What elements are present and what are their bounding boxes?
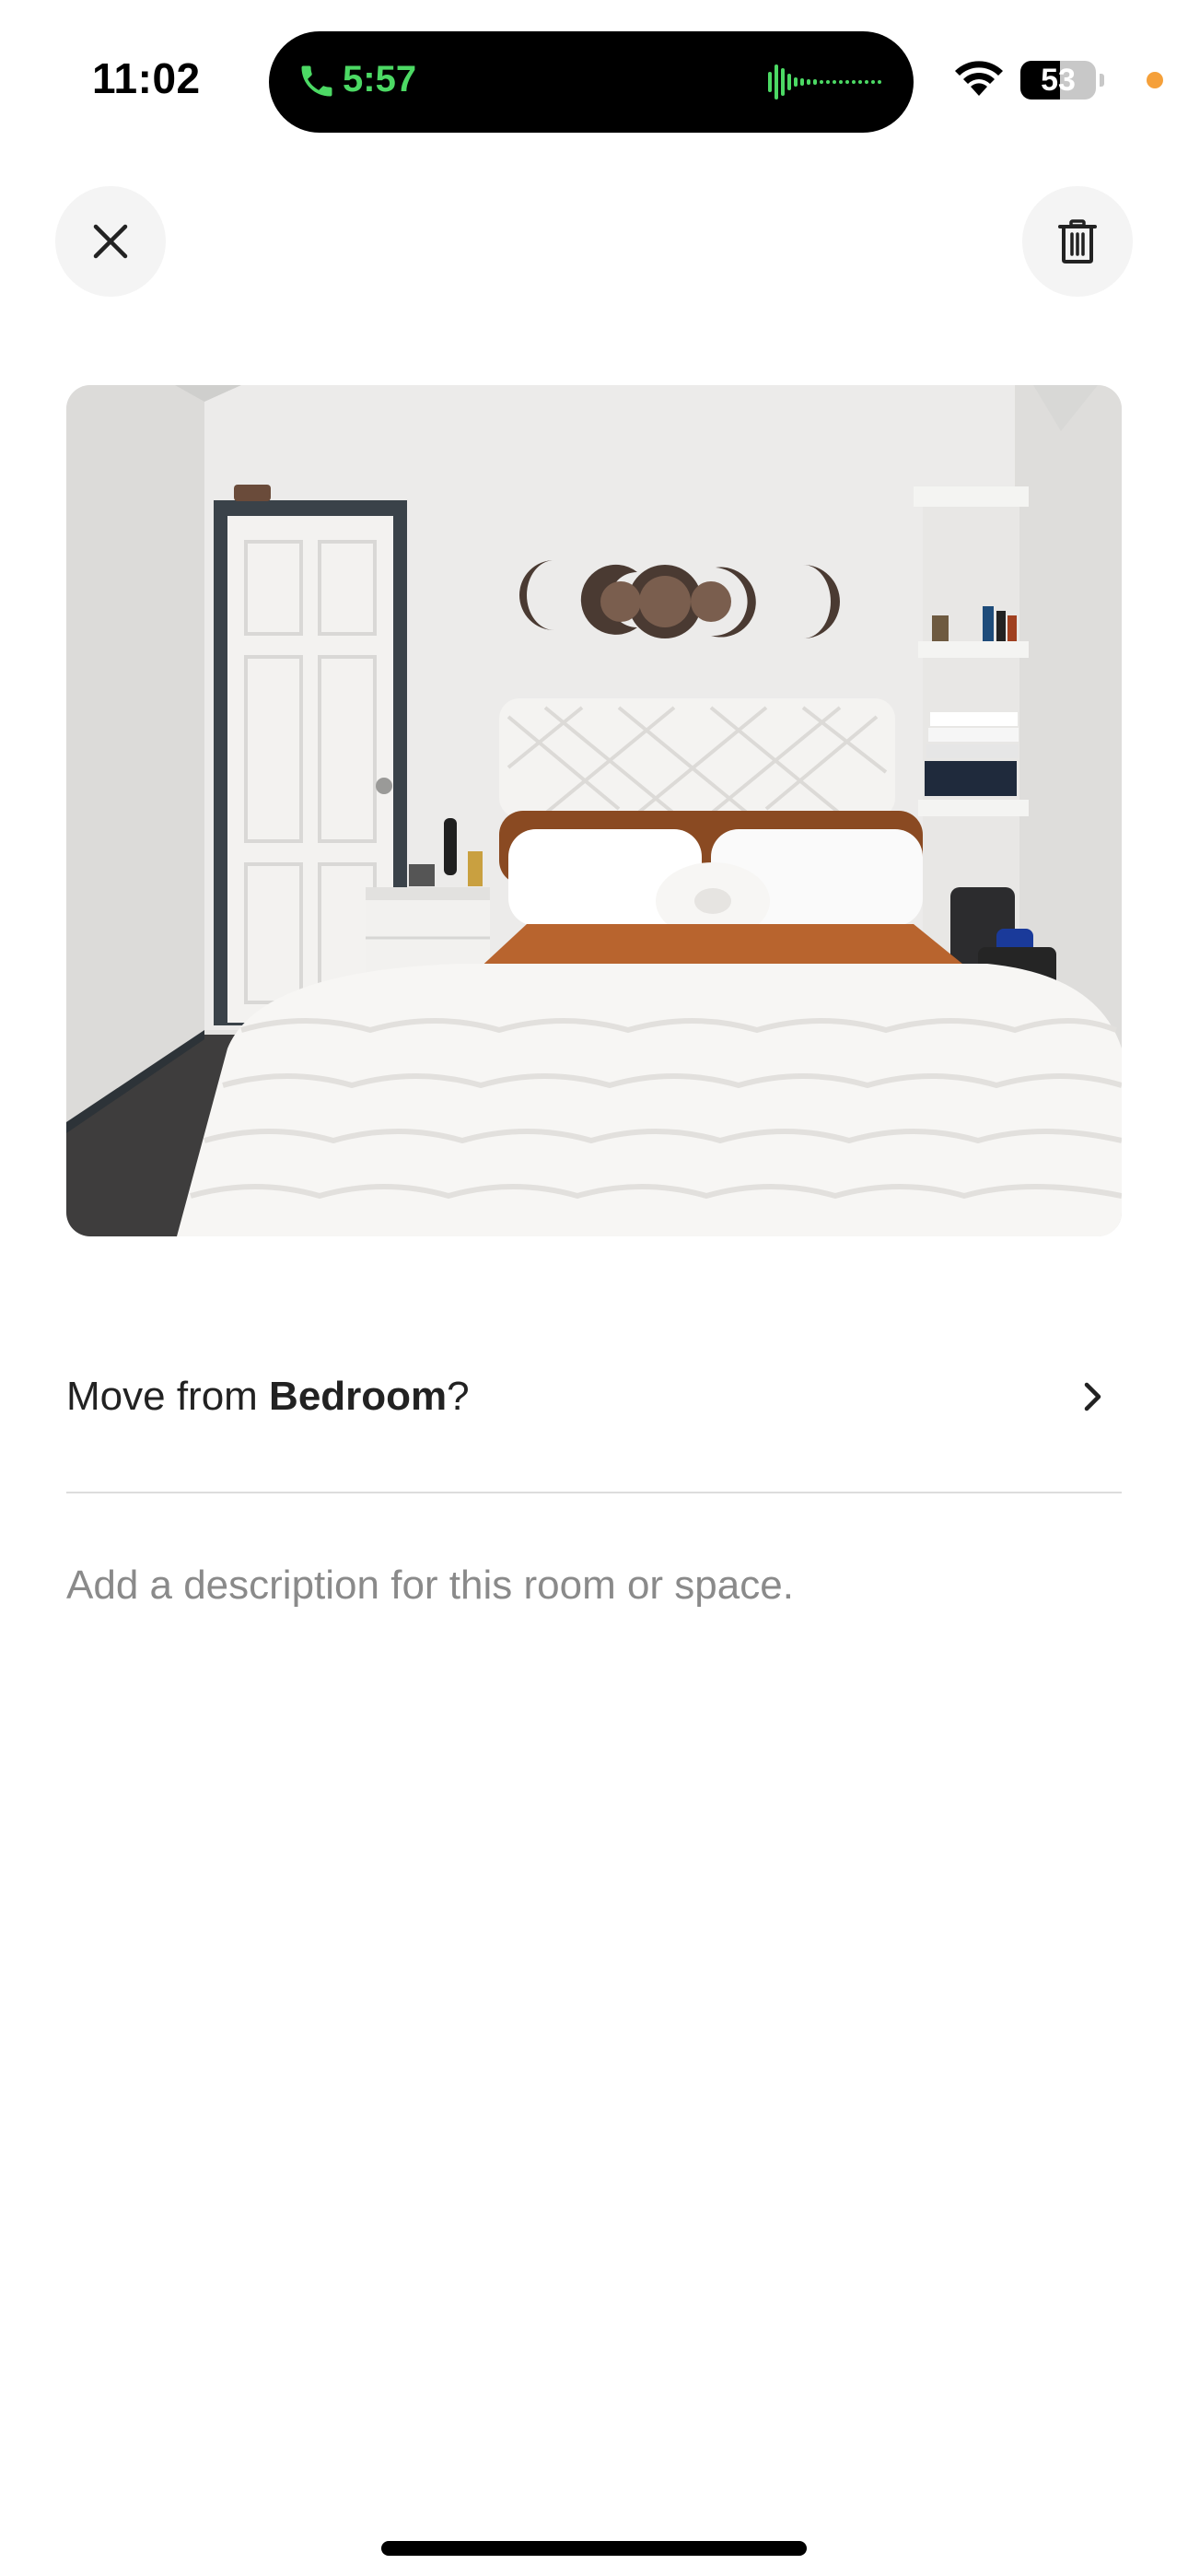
divider (66, 1492, 1122, 1493)
current-room-name: Bedroom (269, 1374, 448, 1419)
room-photo[interactable] (66, 385, 1122, 1236)
delete-photo-button[interactable] (1022, 186, 1133, 297)
call-duration: 5:57 (343, 59, 417, 100)
move-room-row[interactable]: Move from Bedroom? (66, 1352, 1122, 1441)
phone-icon (301, 65, 332, 97)
home-indicator[interactable] (381, 2541, 807, 2556)
close-button[interactable] (55, 186, 166, 297)
chevron-right-icon (1084, 1382, 1101, 1411)
move-room-label: Move from Bedroom? (66, 1374, 470, 1419)
audio-waveform-icon (768, 64, 881, 100)
room-description-input[interactable] (66, 1553, 1122, 1618)
close-icon (93, 224, 128, 259)
dynamic-island-call[interactable]: 5:57 (269, 31, 914, 133)
status-time: 11:02 (92, 54, 201, 102)
privacy-indicator-dot (1147, 72, 1163, 88)
trash-icon (1058, 219, 1097, 263)
wifi-icon (955, 61, 1003, 96)
battery-icon: 53 (1020, 61, 1104, 100)
battery-level: 53 (1041, 63, 1076, 98)
